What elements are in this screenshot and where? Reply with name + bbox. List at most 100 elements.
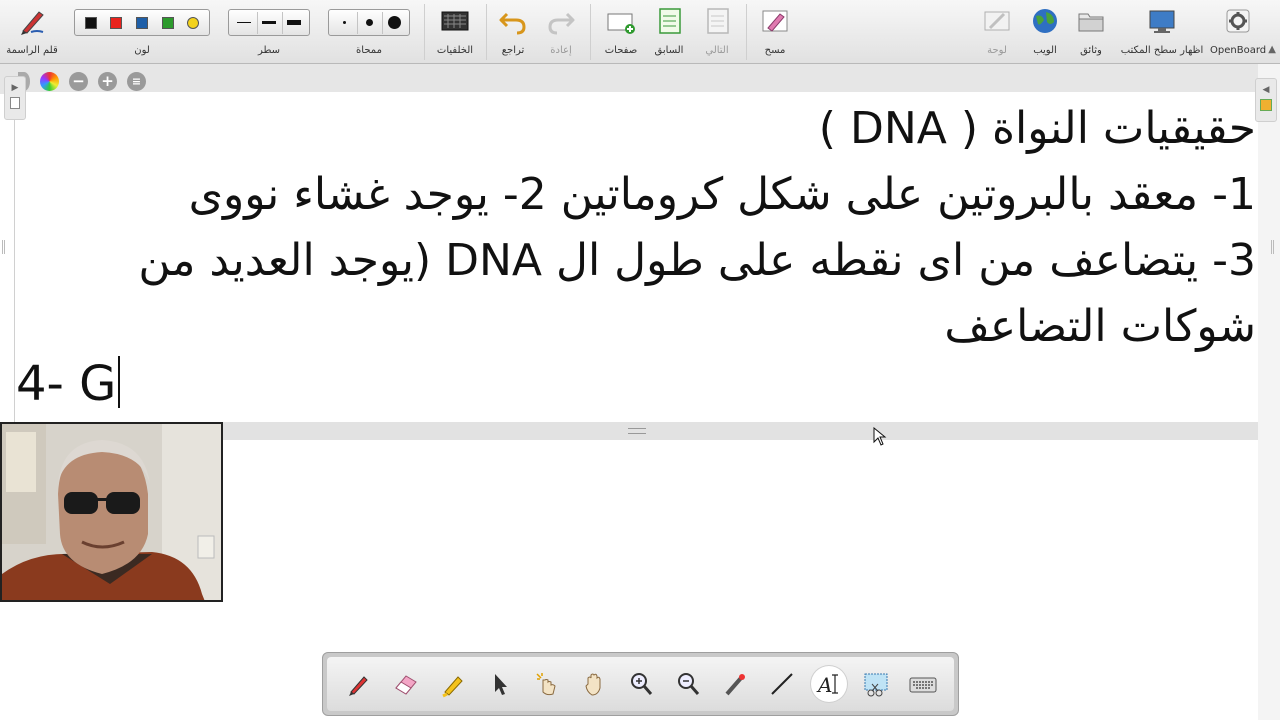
text-line-3: 3- يتضاعف من اى نقطه على طول ال DNA (يوج…: [138, 235, 1256, 286]
typing-text: 4- G: [16, 356, 117, 412]
expand-toolbar-icon[interactable]: ▲: [1268, 44, 1276, 55]
show-desktop-button[interactable]: اظهار سطح المكتب: [1116, 0, 1208, 64]
pointer-arrow-icon: [494, 674, 507, 695]
line-label: سطر: [257, 45, 281, 56]
pages-button[interactable]: صفحات: [596, 0, 646, 64]
redo-label: إعادة: [550, 45, 572, 56]
text-caret: [118, 356, 121, 408]
color-label: لون: [134, 45, 150, 56]
webcam-presenter-image: [2, 424, 221, 600]
gear-icon: [1226, 9, 1250, 33]
hand-icon: [584, 673, 600, 696]
svg-text:A: A: [816, 673, 832, 697]
right-divider-grip[interactable]: [1271, 240, 1274, 254]
align-icon[interactable]: ≡: [127, 72, 146, 91]
undo-label: تراجع: [501, 45, 525, 56]
pen-tool-button[interactable]: قلم الراسمة: [0, 0, 64, 64]
hand-tool[interactable]: [576, 666, 612, 702]
left-panel-toggle[interactable]: ▶: [4, 76, 26, 120]
openboard-menu-button[interactable]: OpenBoard: [1210, 0, 1266, 64]
desktop-label: اظهار سطح المكتب: [1120, 45, 1204, 56]
pen-tool[interactable]: [341, 666, 377, 702]
eraser-icon: [394, 675, 417, 695]
clear-page-icon: [762, 10, 788, 32]
clear-button[interactable]: مسح: [752, 0, 798, 64]
arabic-text-block[interactable]: حقيقيات النواة ( DNA ) 1- معقد بالبروتين…: [76, 96, 1256, 360]
keyboard-tool[interactable]: [905, 666, 941, 702]
color-group: لون: [72, 0, 212, 64]
pages-label: صفحات: [604, 45, 638, 56]
text-line-4: شوكات التضاعف: [944, 301, 1256, 352]
color-wheel-icon[interactable]: [40, 72, 59, 91]
previous-label: السابق: [654, 45, 684, 56]
pen-icon: [348, 676, 368, 696]
text-line-1: حقيقيات النواة ( DNA ): [818, 103, 1256, 154]
next-page-icon: [707, 8, 729, 34]
previous-page-icon: [659, 8, 681, 34]
add-page-icon: [607, 13, 635, 34]
next-label: التالي: [705, 45, 729, 56]
capture-tool[interactable]: [858, 666, 894, 702]
openboard-label: OpenBoard: [1210, 45, 1267, 56]
select-tool[interactable]: [482, 666, 518, 702]
laser-pointer-icon: [724, 674, 745, 696]
clear-label: مسح: [764, 45, 786, 56]
line-thin-button[interactable]: [232, 12, 256, 34]
resize-handle-icon[interactable]: [628, 428, 646, 434]
color-red-swatch[interactable]: [110, 16, 123, 29]
line-tool[interactable]: [764, 666, 800, 702]
eraser-medium-button[interactable]: [356, 11, 381, 34]
magic-hand-icon: [535, 673, 556, 696]
marker-tool[interactable]: [435, 666, 471, 702]
zoom-in-icon: [630, 673, 652, 695]
redo-icon: [548, 12, 575, 35]
documents-button[interactable]: وثائق: [1068, 0, 1114, 64]
color-black-swatch[interactable]: [84, 16, 97, 29]
line-thick-button[interactable]: [281, 11, 306, 34]
webcam-overlay: [0, 422, 223, 602]
color-blue-swatch[interactable]: [135, 16, 148, 29]
text-tool[interactable]: A: [810, 666, 847, 702]
backgrounds-button[interactable]: الخلفيات: [428, 0, 482, 64]
board-icon: [984, 11, 1010, 31]
color-yellow-swatch[interactable]: [187, 16, 200, 29]
next-page-button[interactable]: التالي: [694, 0, 740, 64]
typing-line[interactable]: 4- G: [16, 356, 121, 412]
board-button[interactable]: لوحة: [974, 0, 1020, 64]
text-tool-icon: A: [816, 673, 838, 697]
previous-page-button[interactable]: السابق: [646, 0, 692, 64]
eraser-label: ممحاة: [356, 45, 382, 56]
pen-label: قلم الراسمة: [6, 45, 58, 56]
line-icon: [770, 673, 793, 695]
zoom-in-doc-icon[interactable]: +: [98, 72, 117, 91]
globe-icon: [1033, 9, 1057, 33]
eraser-tool[interactable]: [388, 666, 424, 702]
redo-button[interactable]: إعادة: [538, 0, 584, 64]
left-divider-grip[interactable]: [2, 240, 5, 254]
laser-tool[interactable]: [717, 666, 753, 702]
color-green-swatch[interactable]: [161, 16, 174, 29]
right-panel-toggle[interactable]: ◀: [1255, 78, 1277, 122]
zoom-out-tool[interactable]: [670, 666, 706, 702]
eraser-size-group: ممحاة: [326, 0, 412, 64]
eraser-small-button[interactable]: [332, 12, 356, 34]
line-medium-button[interactable]: [256, 11, 281, 34]
capture-icon: [864, 673, 887, 697]
zoom-out-doc-icon[interactable]: −: [69, 72, 88, 91]
web-button[interactable]: الويب: [1022, 0, 1068, 64]
zoom-in-tool[interactable]: [623, 666, 659, 702]
document-header-bar: [0, 64, 1280, 94]
left-arrow-icon: ▶: [11, 83, 19, 93]
tool-palette: A: [322, 652, 959, 716]
folder-icon: [1078, 13, 1104, 32]
line-width-group: سطر: [226, 0, 312, 64]
pen-icon: [21, 11, 44, 35]
interact-tool[interactable]: [529, 666, 565, 702]
undo-button[interactable]: تراجع: [490, 0, 536, 64]
keyboard-icon: [909, 677, 936, 693]
eraser-large-button[interactable]: [381, 11, 406, 34]
top-toolbar: قلم الراسمة لون سطر ممحاة الخلفيات تراجع…: [0, 0, 1280, 64]
right-arrow-icon: ◀: [1262, 85, 1270, 95]
right-margin: [1258, 64, 1280, 720]
desktop-icon: [1149, 10, 1175, 33]
